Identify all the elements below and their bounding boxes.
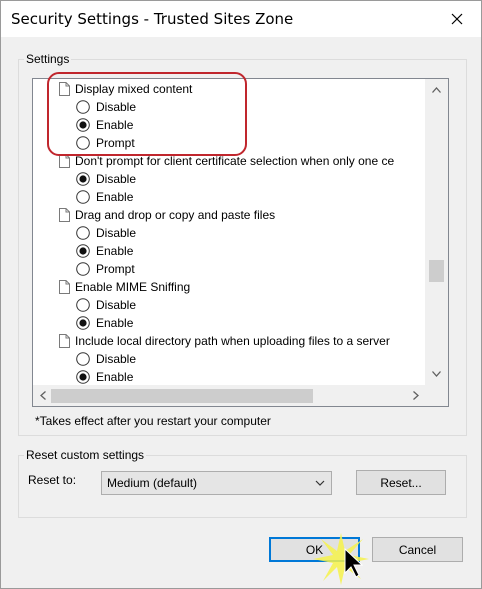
radio-unchecked-icon[interactable] — [76, 136, 90, 150]
chevron-down-icon — [315, 480, 325, 486]
document-icon — [59, 208, 70, 222]
setting-label: Drag and drop or copy and paste files — [75, 208, 276, 222]
radio-unchecked-icon[interactable] — [76, 190, 90, 204]
radio-unchecked-icon[interactable] — [76, 100, 90, 114]
restart-note: *Takes effect after you restart your com… — [35, 414, 271, 428]
option-radio-row[interactable]: Prompt — [76, 134, 135, 152]
option-label: Disable — [96, 352, 137, 366]
vertical-scroll-thumb[interactable] — [429, 260, 444, 282]
scroll-down-arrow-icon[interactable] — [425, 365, 448, 382]
scrollbar-corner — [425, 385, 448, 406]
scroll-left-arrow-icon[interactable] — [34, 385, 51, 406]
option-radio-row[interactable]: Enable — [76, 188, 133, 206]
document-icon — [59, 280, 70, 294]
option-radio-row[interactable]: Enable — [76, 314, 133, 332]
setting-row: Include local directory path when upload… — [59, 332, 390, 350]
reset-level-value: Medium (default) — [107, 476, 198, 490]
option-radio-row[interactable]: Enable — [76, 242, 133, 260]
horizontal-scrollbar[interactable] — [33, 385, 425, 406]
ok-button-label: OK — [305, 542, 324, 557]
option-label: Prompt — [96, 136, 135, 150]
option-label: Enable — [96, 190, 134, 204]
option-label: Disable — [96, 226, 137, 240]
radio-checked-icon[interactable] — [76, 316, 90, 330]
option-label: Enable — [96, 244, 134, 258]
title-bar: Security Settings - Trusted Sites Zone — [1, 1, 481, 37]
setting-row: Display mixed content — [59, 80, 192, 98]
document-icon — [59, 334, 70, 348]
horizontal-scroll-thumb[interactable] — [51, 389, 313, 403]
ok-button[interactable]: OK — [269, 537, 360, 562]
close-icon — [451, 13, 463, 25]
option-label: Prompt — [96, 262, 135, 276]
option-label: Disable — [96, 172, 137, 186]
option-radio-row[interactable]: Enable — [76, 116, 133, 134]
radio-checked-icon[interactable] — [76, 244, 90, 258]
radio-checked-icon[interactable] — [76, 172, 90, 186]
window-title: Security Settings - Trusted Sites Zone — [11, 10, 294, 28]
reset-to-label: Reset to: — [28, 473, 77, 487]
settings-tree-viewport: Display mixed content Disable Enable Prompt… — [33, 79, 425, 385]
setting-label: Include local directory path when upload… — [75, 334, 390, 348]
setting-row: Enable MIME Sniffing — [59, 278, 190, 296]
option-radio-row[interactable]: Disable — [76, 296, 136, 314]
setting-label: Enable MIME Sniffing — [75, 280, 191, 294]
vertical-scrollbar[interactable] — [425, 79, 448, 385]
option-label: Disable — [96, 100, 137, 114]
close-button[interactable] — [439, 5, 475, 33]
reset-level-select[interactable]: Medium (default) — [101, 471, 332, 495]
reset-group-label: Reset custom settings — [24, 448, 147, 462]
option-radio-row[interactable]: Prompt — [76, 260, 135, 278]
option-label: Enable — [96, 316, 134, 330]
document-icon — [59, 82, 70, 96]
option-label: Enable — [96, 118, 134, 132]
document-icon — [59, 154, 70, 168]
option-label: Disable — [96, 298, 137, 312]
option-radio-row[interactable]: Disable — [76, 170, 136, 188]
reset-button-label: Reset... — [380, 475, 422, 490]
setting-label: Display mixed content — [75, 82, 193, 96]
settings-group-label: Settings — [24, 52, 72, 66]
cancel-button[interactable]: Cancel — [372, 537, 463, 562]
radio-unchecked-icon[interactable] — [76, 226, 90, 240]
radio-unchecked-icon[interactable] — [76, 262, 90, 276]
option-radio-row[interactable]: Enable — [76, 368, 133, 385]
setting-row: Drag and drop or copy and paste files — [59, 206, 275, 224]
cancel-button-label: Cancel — [398, 542, 437, 557]
radio-unchecked-icon[interactable] — [76, 352, 90, 366]
scroll-right-arrow-icon[interactable] — [407, 385, 424, 406]
option-radio-row[interactable]: Disable — [76, 224, 136, 242]
radio-checked-icon[interactable] — [76, 370, 90, 384]
settings-tree[interactable]: Display mixed content Disable Enable Prompt… — [32, 78, 449, 407]
setting-label: Don't prompt for client certificate sele… — [75, 154, 395, 168]
scroll-up-arrow-icon[interactable] — [425, 81, 448, 98]
option-label: Enable — [96, 370, 134, 384]
radio-unchecked-icon[interactable] — [76, 298, 90, 312]
radio-checked-icon[interactable] — [76, 118, 90, 132]
security-settings-dialog: Security Settings - Trusted Sites Zone S… — [0, 0, 482, 589]
option-radio-row[interactable]: Disable — [76, 98, 136, 116]
option-radio-row[interactable]: Disable — [76, 350, 136, 368]
setting-row: Don't prompt for client certificate sele… — [59, 152, 394, 170]
reset-button[interactable]: Reset... — [356, 470, 446, 495]
